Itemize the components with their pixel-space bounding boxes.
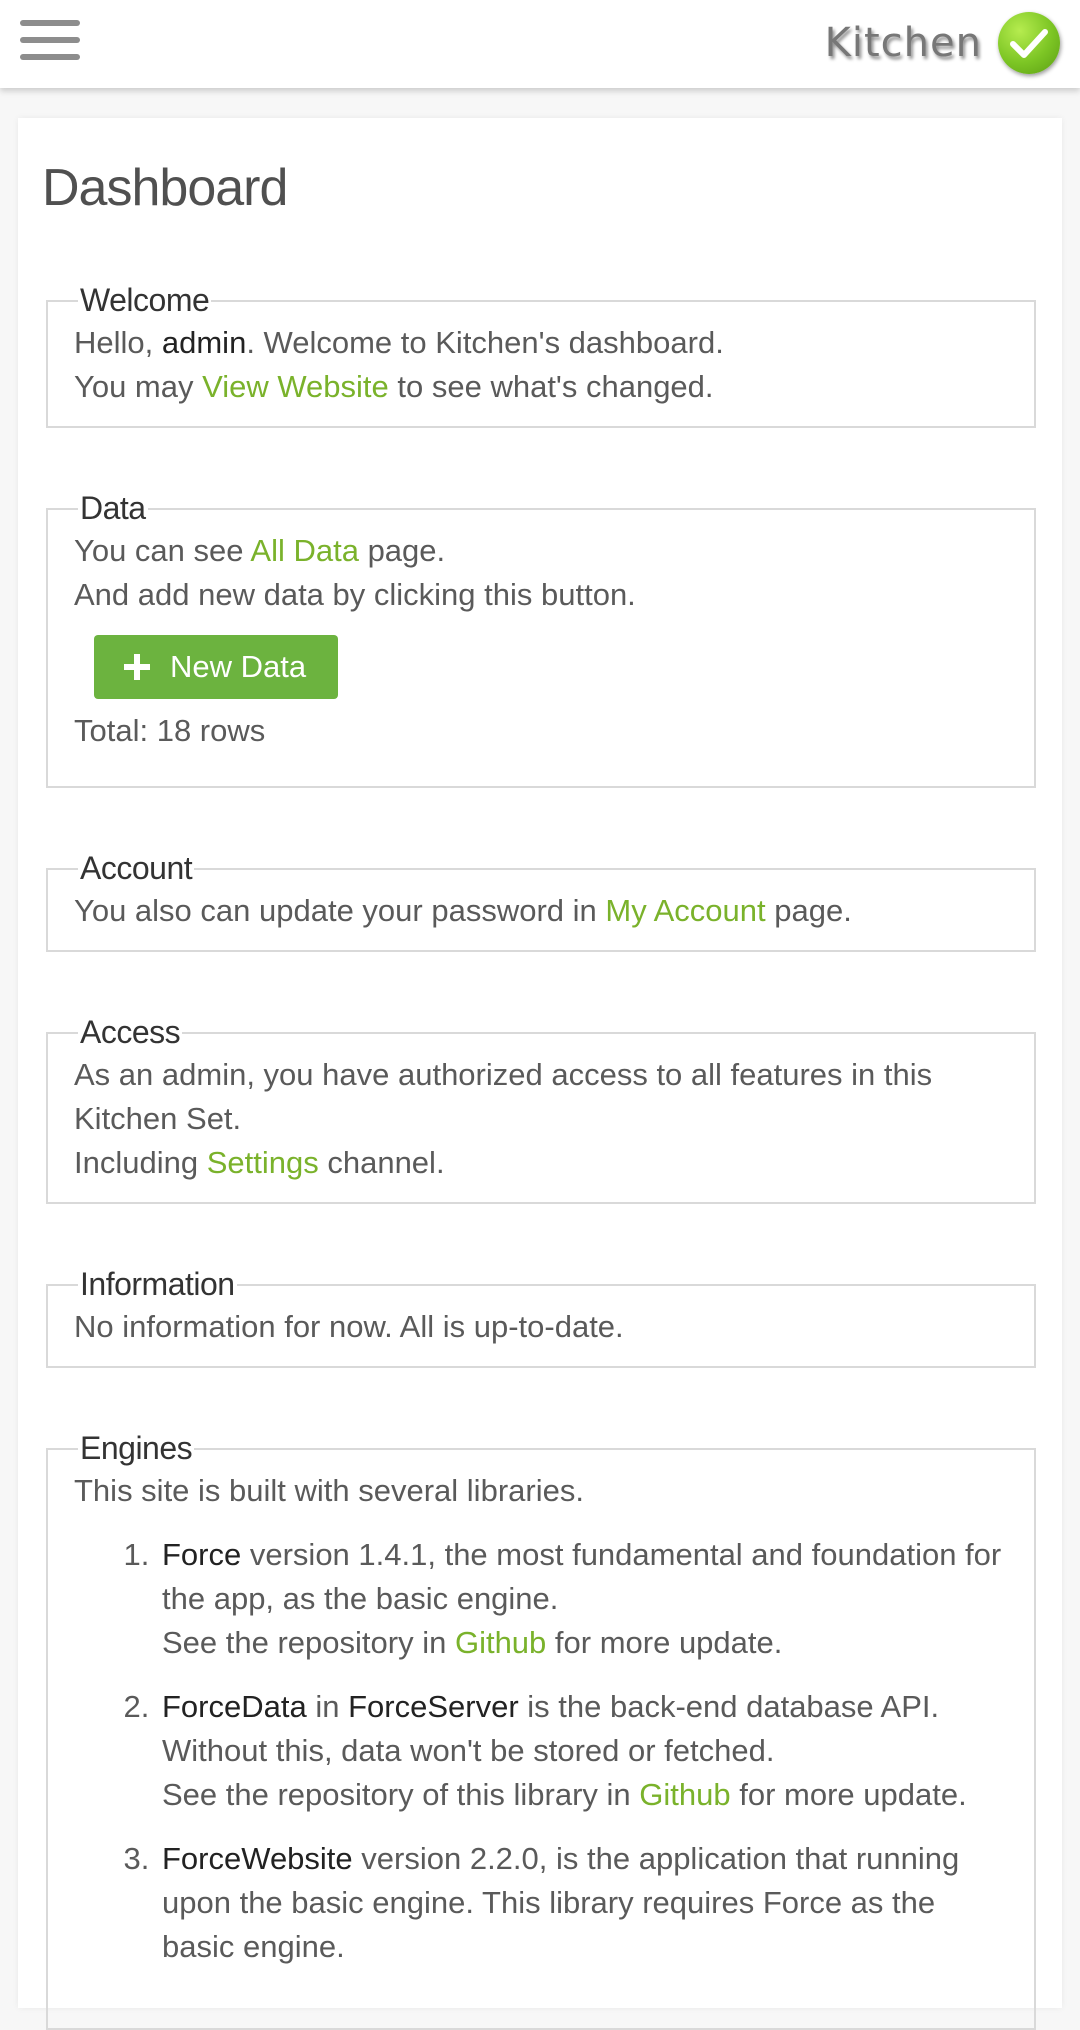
welcome-text: . Welcome to Kitchen's dashboard.: [246, 325, 724, 360]
account-panel: Account You also can update your passwor…: [46, 850, 1036, 952]
menu-bar: [20, 37, 80, 43]
all-data-line: You can see All Data page.: [74, 529, 1008, 573]
line-prefix: You also can update your password in: [74, 893, 606, 928]
list-item: ForceWebsite version 2.2.0, is the appli…: [158, 1837, 1008, 1969]
in-text: in: [306, 1689, 349, 1724]
line-suffix: channel.: [318, 1145, 445, 1180]
welcome-line: Hello, admin. Welcome to Kitchen's dashb…: [74, 321, 1008, 365]
list-item: Force version 1.4.1, the most fundamenta…: [158, 1533, 1008, 1665]
new-data-label: New Data: [170, 649, 307, 684]
library-name: Force: [162, 1537, 242, 1572]
line-prefix: You may: [74, 369, 203, 404]
plus-icon: [124, 654, 150, 680]
account-line: You also can update your password in My …: [74, 889, 1008, 933]
new-data-button[interactable]: New Data: [94, 635, 339, 699]
welcome-legend: Welcome: [80, 282, 210, 318]
data-legend: Data: [80, 490, 146, 526]
data-panel: Data You can see All Data page. And add …: [46, 490, 1036, 788]
github-link[interactable]: Github: [455, 1625, 546, 1660]
line-prefix: You can see: [74, 533, 251, 568]
repo-prefix: See the repository in: [162, 1625, 455, 1660]
access-panel: Access As an admin, you have authorized …: [46, 1014, 1036, 1204]
github-link[interactable]: Github: [639, 1777, 730, 1812]
engines-intro: This site is built with several librarie…: [74, 1473, 584, 1508]
menu-bar: [20, 20, 80, 26]
page-title: Dashboard: [42, 159, 288, 217]
all-data-link[interactable]: All Data: [250, 533, 359, 568]
view-website-line: You may View Website to see what's chang…: [74, 365, 1008, 409]
username: admin: [161, 325, 247, 360]
welcome-panel: Welcome Hello, admin. Welcome to Kitchen…: [46, 282, 1036, 428]
checkmark-icon: [998, 12, 1060, 74]
repo-suffix: for more update.: [730, 1777, 967, 1812]
line-prefix: Including: [74, 1145, 207, 1180]
information-legend: Information: [80, 1266, 235, 1302]
dashboard-card: Dashboard Welcome Hello, admin. Welcome …: [18, 118, 1062, 2030]
engines-legend: Engines: [80, 1430, 193, 1466]
line-suffix: page.: [765, 893, 852, 928]
library-desc: version 1.4.1, the most fundamental and …: [162, 1537, 1002, 1616]
top-bar: Kitchen: [0, 0, 1080, 88]
view-website-link[interactable]: View Website: [202, 369, 389, 404]
line-suffix: to see what's changed.: [388, 369, 714, 404]
hello-text: Hello,: [74, 325, 162, 360]
repo-prefix: See the repository of this library in: [162, 1777, 640, 1812]
hamburger-menu-icon[interactable]: [20, 18, 80, 64]
menu-bar: [20, 54, 80, 60]
brand-logo[interactable]: Kitchen: [825, 10, 1060, 76]
access-line: As an admin, you have authorized access …: [74, 1057, 933, 1136]
brand-name: Kitchen: [824, 20, 982, 66]
information-panel: Information No information for now. All …: [46, 1266, 1036, 1368]
repo-suffix: for more update.: [546, 1625, 783, 1660]
server-name: ForceServer: [348, 1689, 519, 1724]
settings-link[interactable]: Settings: [207, 1145, 319, 1180]
library-desc: is the back-end database API.: [518, 1689, 940, 1724]
account-legend: Account: [80, 850, 193, 886]
add-data-line: And add new data by clicking this button…: [74, 577, 636, 612]
library-name: ForceWebsite: [162, 1841, 353, 1876]
line-suffix: page.: [358, 533, 446, 568]
engines-panel: Engines This site is built with several …: [46, 1430, 1036, 2030]
library-name: ForceData: [162, 1689, 307, 1724]
information-text: No information for now. All is up-to-dat…: [74, 1309, 624, 1344]
total-rows: Total: 18 rows: [74, 713, 266, 748]
settings-line: Including Settings channel.: [74, 1141, 1008, 1185]
my-account-link[interactable]: My Account: [605, 893, 765, 928]
access-legend: Access: [80, 1014, 181, 1050]
list-item: ForceData in ForceServer is the back-end…: [158, 1685, 1008, 1817]
engines-list: Force version 1.4.1, the most fundamenta…: [74, 1533, 1008, 1969]
library-note: Without this, data won't be stored or fe…: [162, 1733, 775, 1768]
